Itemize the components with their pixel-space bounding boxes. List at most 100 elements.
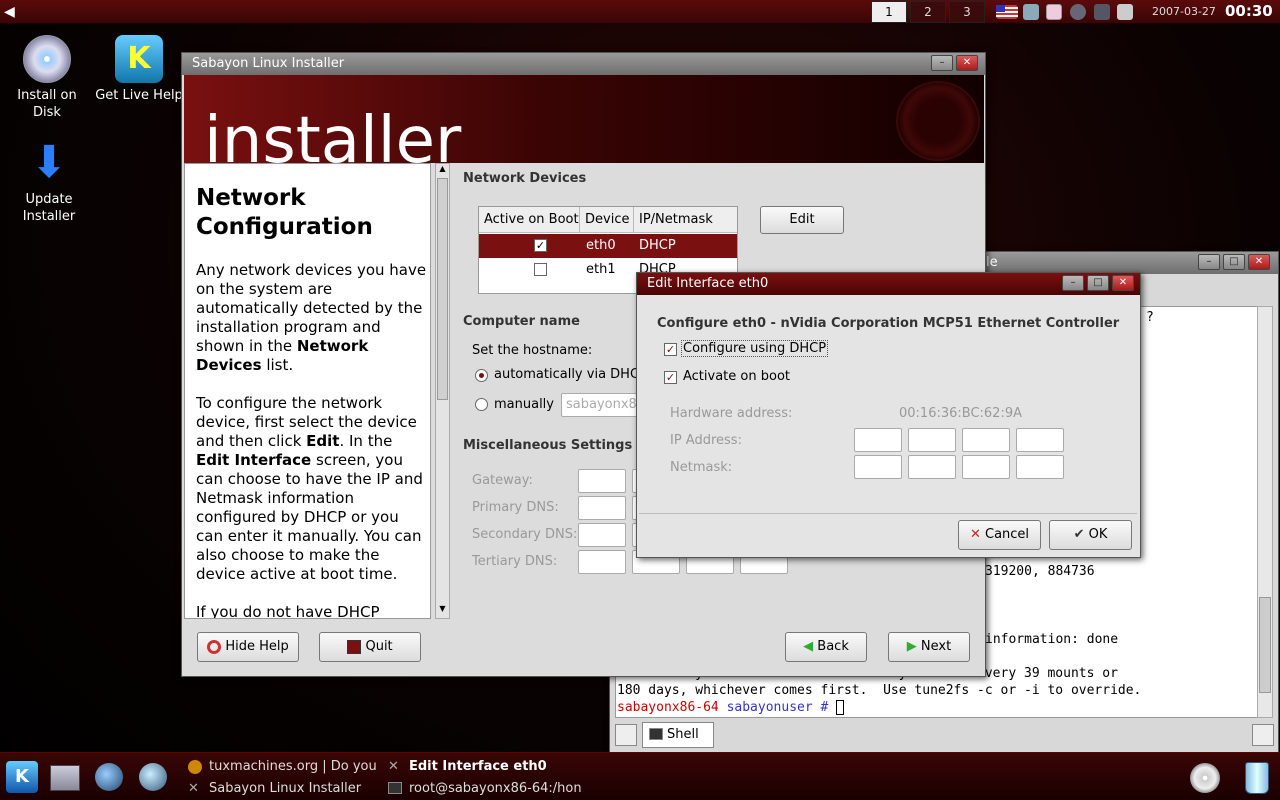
clock-label[interactable]: 00:30 — [1225, 2, 1273, 20]
terminal-scrollbar[interactable] — [1257, 306, 1273, 718]
button-label: Quit — [365, 639, 393, 654]
scroll-thumb[interactable] — [437, 178, 448, 400]
kde-menu-arrow-icon[interactable]: ◀ — [4, 4, 20, 20]
pager-desktop-2[interactable]: 2 — [910, 1, 946, 23]
help-paragraph-3: If you do not have DHCP — [196, 603, 380, 619]
dialog-separator — [639, 513, 1137, 514]
network-icon[interactable] — [1094, 4, 1110, 20]
scroll-up-arrow-icon[interactable]: ▲ — [437, 164, 448, 176]
misc-settings-title: Miscellaneous Settings — [463, 438, 633, 453]
user-icon[interactable] — [1117, 4, 1133, 20]
scroll-down-arrow-icon[interactable]: ▼ — [437, 604, 448, 616]
exit-door-icon — [347, 639, 362, 654]
column-header[interactable]: IP/Netmask — [634, 207, 737, 233]
column-header[interactable]: Active on Boot — [479, 207, 580, 233]
task-terminal[interactable]: root@sabayonx86-64:/hon — [388, 778, 584, 800]
netmask-octet-input[interactable] — [962, 455, 1010, 479]
close-button[interactable]: ✕ — [1248, 254, 1270, 270]
task-browser[interactable]: tuxmachines.org | Do you — [188, 756, 380, 778]
thumbs-up-icon: ✔ — [1073, 527, 1085, 542]
desktop-icon-update[interactable]: ⬇ Update Installer — [4, 139, 94, 225]
button-label: Back — [817, 639, 849, 654]
installer-titlebar[interactable]: Sabayon Linux Installer — [182, 53, 985, 75]
system-icon[interactable] — [50, 765, 80, 791]
pager-label: 3 — [963, 5, 971, 19]
next-button[interactable]: ▶ Next — [888, 632, 970, 662]
hardware-address-value: 00:16:36:BC:62:9A — [899, 406, 1022, 421]
active-checkbox[interactable]: ✓ — [534, 239, 547, 252]
terminal-prompt: sabayonx86-64 sabayonuser # — [617, 699, 845, 716]
desktop-icon-help[interactable]: K Get Live Help — [94, 35, 184, 104]
help-bold: Edit — [306, 432, 340, 450]
us-flag-icon[interactable] — [996, 5, 1018, 19]
hostname-manual-label[interactable]: manually — [494, 397, 554, 412]
maximize-button[interactable]: □ — [1223, 254, 1245, 270]
new-tab-icon[interactable] — [615, 724, 637, 746]
close-button[interactable]: ✕ — [1112, 275, 1134, 291]
secondary-dns-octet-input[interactable] — [578, 523, 626, 547]
terminal-line: ? — [1146, 310, 1154, 325]
netmask-octet-input[interactable] — [908, 455, 956, 479]
klipper-icon[interactable] — [1046, 4, 1062, 20]
primary-dns-octet-input[interactable] — [578, 496, 626, 520]
window-x-icon: ✕ — [188, 781, 199, 796]
ok-button[interactable]: ✔ OK — [1049, 520, 1132, 550]
hostname-auto-radio[interactable] — [475, 369, 488, 382]
hostname-auto-label[interactable]: automatically via DHCP — [494, 367, 647, 382]
minimize-button[interactable]: – — [931, 55, 953, 71]
ip-octet-input[interactable] — [854, 428, 902, 452]
ip-octet-input[interactable] — [1016, 428, 1064, 452]
edit-button[interactable]: Edit — [760, 206, 844, 234]
dhcp-checkbox[interactable]: ✓ — [664, 343, 677, 356]
dhcp-label[interactable]: Configure using DHCP — [681, 340, 829, 357]
activate-on-boot-checkbox[interactable]: ✓ — [664, 371, 677, 384]
secondary-dns-label: Secondary DNS: — [472, 527, 578, 542]
hostname-manual-radio[interactable] — [475, 398, 488, 411]
task-edit-interface[interactable]: ✕ Edit Interface eth0 — [388, 756, 588, 778]
ip-octet-input[interactable] — [908, 428, 956, 452]
hostname-placeholder: sabayonx86 — [566, 397, 641, 412]
kde-menu-icon[interactable]: K — [6, 761, 38, 793]
prompt-host: sabayonx86-64 — [617, 700, 719, 715]
quit-button[interactable]: Quit — [319, 632, 421, 662]
help-scrollbar[interactable]: ▲ ▼ — [435, 163, 450, 619]
volume-icon[interactable] — [1023, 4, 1039, 20]
maximize-button[interactable]: □ — [1087, 275, 1109, 291]
tertiary-dns-octet-input[interactable] — [578, 550, 626, 574]
cancel-button[interactable]: ✕ Cancel — [958, 520, 1041, 550]
netmask-octet-input[interactable] — [1016, 455, 1064, 479]
back-arrow-icon: ◀ — [803, 639, 814, 654]
pager-desktop-3[interactable]: 3 — [949, 1, 985, 23]
gateway-octet-input[interactable] — [578, 469, 626, 493]
network-globe-icon[interactable] — [139, 763, 167, 791]
pager-desktop-1[interactable]: 1 — [871, 1, 907, 23]
active-checkbox[interactable] — [534, 263, 547, 276]
ip-cell: DHCP — [639, 238, 676, 253]
minimize-button[interactable]: – — [1062, 275, 1084, 291]
desktop-icon-label: Get Live Help — [95, 88, 183, 103]
help-text: . In the — [339, 432, 393, 450]
column-header[interactable]: Device — [580, 207, 634, 233]
dvd-drive-icon[interactable] — [1190, 763, 1220, 793]
netmask-octet-input[interactable] — [854, 455, 902, 479]
scroll-thumb[interactable] — [1259, 597, 1271, 693]
terminal-icon — [388, 782, 402, 794]
close-button[interactable]: ✕ — [956, 55, 978, 71]
close-session-icon[interactable] — [1252, 724, 1274, 746]
ip-octet-input[interactable] — [962, 428, 1010, 452]
hide-help-button[interactable]: Hide Help — [197, 632, 299, 662]
trash-icon[interactable] — [1245, 762, 1269, 794]
back-button[interactable]: ◀ Back — [785, 632, 867, 662]
minimize-button[interactable]: – — [1198, 254, 1220, 270]
task-installer[interactable]: ✕ Sabayon Linux Installer — [188, 778, 380, 800]
activate-on-boot-label[interactable]: Activate on boot — [683, 369, 790, 384]
konqueror-globe-icon[interactable] — [95, 763, 123, 791]
shell-tab[interactable]: Shell — [642, 722, 714, 748]
hostname-input[interactable]: sabayonx86 — [561, 393, 641, 417]
bluetooth-icon[interactable] — [1070, 4, 1086, 20]
table-row[interactable]: ✓ eth0 DHCP — [479, 234, 737, 258]
dialog-heading: Configure eth0 - nVidia Corporation MCP5… — [657, 316, 1120, 331]
terminal-line: information: done — [985, 632, 1119, 647]
task-label: root@sabayonx86-64:/hon — [409, 781, 582, 796]
desktop-icon-install[interactable]: Install on Disk — [2, 35, 92, 121]
